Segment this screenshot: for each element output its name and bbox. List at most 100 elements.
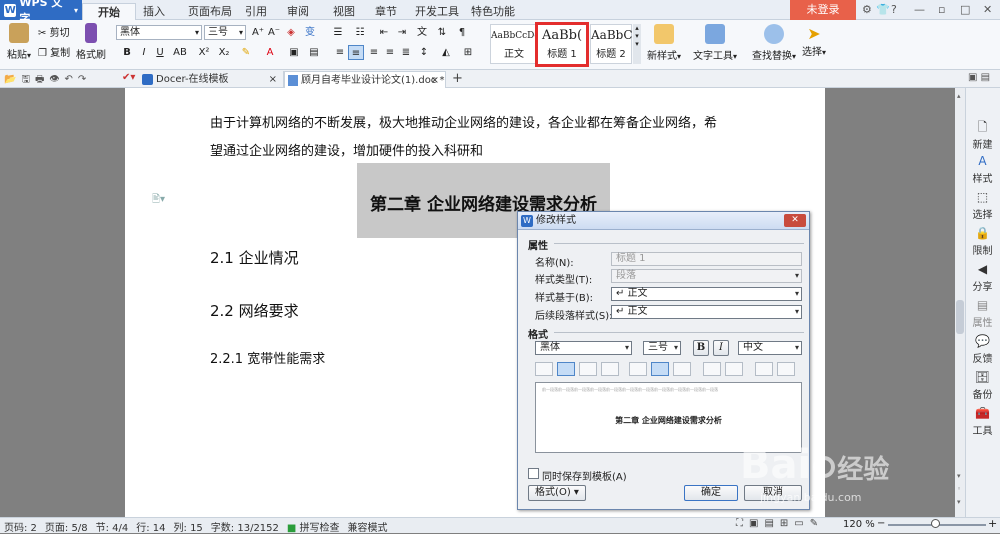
close-icon[interactable]: ✕ bbox=[983, 3, 992, 16]
sidebar-properties[interactable]: ▤ 属性 bbox=[965, 298, 1000, 329]
spell-check[interactable]: ■ 拼写检查 bbox=[287, 519, 340, 534]
status-row[interactable]: 行: 14 bbox=[136, 519, 165, 534]
italic-icon[interactable]: I bbox=[136, 45, 152, 60]
login-button[interactable]: 未登录 bbox=[790, 0, 856, 20]
tab-insert[interactable]: 插入 bbox=[136, 3, 172, 20]
scroll-thumb[interactable] bbox=[956, 300, 964, 334]
sidebar-feedback[interactable]: 💬 反馈 bbox=[965, 334, 1000, 365]
dialog-close-icon[interactable]: ✕ bbox=[784, 214, 806, 227]
save-template-checkbox[interactable] bbox=[528, 468, 539, 479]
doc-tab-docer[interactable]: Docer-在线模板 × bbox=[140, 71, 284, 88]
indent-decrease-icon[interactable]: ⇤ bbox=[376, 25, 392, 40]
zoom-out-icon[interactable]: − bbox=[877, 518, 885, 529]
minimize-icon[interactable]: — bbox=[914, 3, 925, 16]
align-left-icon[interactable] bbox=[535, 362, 553, 376]
phonetic-icon[interactable]: 变 bbox=[302, 25, 318, 40]
tab-reference[interactable]: 引用 bbox=[238, 3, 274, 20]
tab-developer[interactable]: 开发工具 bbox=[412, 3, 462, 20]
indent-increase-icon[interactable] bbox=[777, 362, 795, 376]
subscript-icon[interactable]: X₂ bbox=[216, 45, 232, 60]
chinese-layout-icon[interactable]: 文 bbox=[414, 25, 430, 40]
underline-icon[interactable]: U bbox=[152, 45, 168, 60]
select-button[interactable]: ➤ 选择▾ bbox=[800, 24, 828, 58]
font-color-icon[interactable]: A bbox=[262, 45, 278, 60]
indent-decrease-icon[interactable] bbox=[755, 362, 773, 376]
one-half-spacing-icon[interactable] bbox=[651, 362, 669, 376]
cut-button[interactable]: ✂ 剪切 bbox=[38, 24, 70, 39]
sort-icon[interactable]: ⇅ bbox=[434, 25, 450, 40]
window-icons[interactable]: ▣ ▤ bbox=[968, 72, 990, 83]
single-spacing-icon[interactable] bbox=[629, 362, 647, 376]
align-center-icon[interactable] bbox=[557, 362, 575, 376]
numbering-icon[interactable]: ☷ bbox=[352, 25, 368, 40]
help-icon[interactable]: ? bbox=[891, 3, 897, 16]
heading-2-2-1[interactable]: 2.2.1 宽带性能需求 bbox=[210, 348, 325, 367]
status-section[interactable]: 节: 4/4 bbox=[96, 519, 129, 534]
paragraph-shading-icon[interactable]: ◭ bbox=[438, 45, 454, 60]
sidebar-select[interactable]: ⬚ 选择 bbox=[965, 190, 1000, 221]
italic-button[interactable]: I bbox=[713, 340, 729, 356]
highlight-icon[interactable]: ✎ bbox=[238, 45, 254, 60]
heading-2-1[interactable]: 2.1 企业情况 bbox=[210, 247, 299, 268]
bold-button[interactable]: B bbox=[693, 340, 709, 356]
align-right-icon[interactable]: ≡ bbox=[366, 45, 382, 60]
based-select[interactable]: ↵ 正文 ▾ bbox=[611, 287, 802, 301]
shading-icon[interactable]: ▣ bbox=[286, 45, 302, 60]
copy-button[interactable]: ❐ 复制 bbox=[38, 44, 70, 59]
language-select[interactable]: 中文 ▾ bbox=[738, 341, 802, 355]
grow-font-icon[interactable]: A⁺ bbox=[250, 25, 266, 40]
tab-features[interactable]: 特色功能 bbox=[466, 3, 520, 20]
tab-view[interactable]: 视图 bbox=[326, 3, 362, 20]
next-select[interactable]: ↵ 正文 ▾ bbox=[611, 305, 802, 319]
zoom-level[interactable]: 120 % bbox=[843, 519, 875, 530]
justify-icon[interactable]: ≡ bbox=[382, 45, 398, 60]
clear-format-icon[interactable]: ◈ bbox=[283, 25, 299, 40]
justify-icon[interactable] bbox=[601, 362, 619, 376]
sidebar-new[interactable]: 🗋 新建 bbox=[965, 120, 1000, 151]
style-heading2[interactable]: AaBbC 标题 2 bbox=[590, 24, 633, 64]
shrink-font-icon[interactable]: A⁻ bbox=[266, 25, 282, 40]
view-mode-icons[interactable]: ⛶▣▤⊞▭✎ bbox=[736, 518, 824, 529]
new-tab-icon[interactable]: + bbox=[452, 71, 463, 86]
maximize-icon[interactable]: □ bbox=[960, 3, 970, 16]
font-select[interactable]: 黑体 ▾ bbox=[535, 341, 632, 355]
align-left-icon[interactable]: ≡ bbox=[332, 45, 348, 60]
format-painter-button[interactable]: 格式刷 bbox=[76, 23, 106, 61]
zoom-slider-handle[interactable] bbox=[931, 519, 940, 528]
quick-access-icons[interactable]: 📂🖫🖶👁↶↷ bbox=[4, 72, 91, 89]
style-normal[interactable]: AaBbCcDd 正文 bbox=[490, 24, 540, 64]
settings-icon[interactable]: ⚙ bbox=[862, 3, 872, 16]
show-marks-icon[interactable]: ¶ bbox=[454, 25, 470, 40]
tab-chapter[interactable]: 章节 bbox=[368, 3, 404, 20]
sidebar-backup[interactable]: 🗄 备份 bbox=[965, 370, 1000, 401]
styles-scroll[interactable]: ▴ ▾ ▾ bbox=[633, 24, 641, 64]
size-select[interactable]: 三号 ▾ bbox=[204, 25, 246, 40]
tab-review[interactable]: 审阅 bbox=[280, 3, 316, 20]
type-select[interactable]: 段落 ▾ bbox=[611, 269, 802, 283]
space-before-icon[interactable] bbox=[703, 362, 721, 376]
scroll-down-icons[interactable]: ▾ ◦ ▾ bbox=[957, 470, 961, 509]
tab-close-icon[interactable]: × bbox=[269, 71, 277, 88]
align-right-icon[interactable] bbox=[579, 362, 597, 376]
wps-menu-button[interactable]: W WPS 文字 ▾ bbox=[0, 0, 82, 25]
status-words[interactable]: 字数: 13/2152 bbox=[211, 519, 279, 534]
table-border-icon[interactable]: ⊞ bbox=[460, 45, 476, 60]
superscript-icon[interactable]: X² bbox=[196, 45, 212, 60]
tab-start[interactable]: 开始 bbox=[82, 3, 136, 20]
heading-2-2[interactable]: 2.2 网络要求 bbox=[210, 300, 299, 321]
sidebar-share[interactable]: ◀ 分享 bbox=[965, 262, 1000, 293]
new-style-button[interactable]: 新样式▾ bbox=[644, 24, 684, 62]
ok-button[interactable]: 确定 bbox=[684, 485, 738, 501]
format-button[interactable]: 格式(O) ▾ bbox=[528, 485, 586, 501]
zoom-in-icon[interactable]: + bbox=[988, 517, 997, 530]
strikethrough-icon[interactable]: AB bbox=[172, 45, 188, 60]
size-select[interactable]: 三号 ▾ bbox=[643, 341, 681, 355]
status-pages[interactable]: 页面: 5/8 bbox=[45, 519, 88, 534]
line-spacing-icon[interactable]: ↕ bbox=[416, 45, 432, 60]
border-icon[interactable]: ▤ bbox=[306, 45, 322, 60]
space-after-icon[interactable] bbox=[725, 362, 743, 376]
sidebar-style[interactable]: A 样式 bbox=[965, 154, 1000, 185]
paste-button[interactable]: 粘贴▾ bbox=[4, 23, 34, 61]
name-field[interactable]: 标题 1 bbox=[611, 252, 802, 266]
paragraph-marker-icon[interactable]: 🖹▾ bbox=[152, 192, 165, 209]
